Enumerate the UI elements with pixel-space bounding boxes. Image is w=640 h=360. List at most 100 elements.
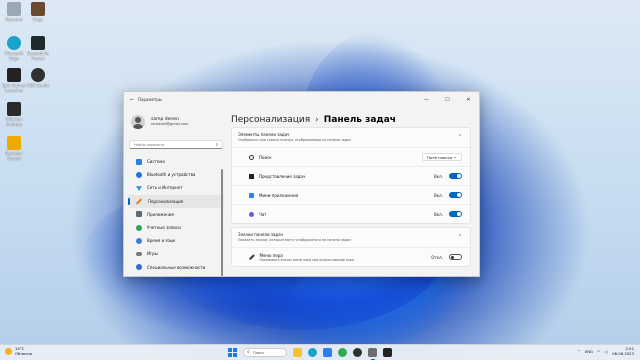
desktop-icon-label: Epic Games Launcher bbox=[2, 83, 26, 93]
maximize-button[interactable]: ☐ bbox=[437, 97, 458, 103]
weather-widget[interactable]: 14°C Облачно bbox=[5, 346, 33, 356]
desktop-icon-dogs[interactable]: Dogs bbox=[24, 2, 52, 22]
sidebar-item-bluetooth[interactable]: Bluetooth и устройства bbox=[128, 168, 224, 181]
taskbar: 14°C Облачно Поиск ⌃ ENG ◠ ◁ 2:51 08.06.… bbox=[0, 344, 640, 360]
desktop-icon-secondlife[interactable]: SecondLife Viewer bbox=[24, 36, 52, 61]
page-title: Панель задач bbox=[323, 114, 396, 125]
sidebar-item-network[interactable]: Сеть и Интернет bbox=[128, 181, 224, 194]
window-title: Параметры bbox=[138, 97, 162, 102]
setting-row-task-view: Представление задач Вкл. bbox=[232, 166, 470, 185]
setting-row-search: Поиск Поле поиска ⌄ bbox=[232, 147, 470, 166]
corner-icons-header[interactable]: Значки панели задач Показать значки, кот… bbox=[232, 228, 470, 247]
desktop-icon-gta-sa[interactable]: GTA San Andreas bbox=[0, 102, 28, 127]
sidebar-item-apps[interactable]: Приложения bbox=[128, 208, 224, 221]
sidebar-item-label: Приложения bbox=[147, 211, 174, 217]
obs-icon[interactable] bbox=[353, 348, 362, 357]
system-tray: ⌃ ENG ◠ ◁ 2:51 08.06.2023 bbox=[574, 346, 634, 356]
desktop-icon-label: OBS Studio bbox=[26, 83, 50, 88]
breadcrumb-separator: › bbox=[315, 114, 319, 125]
toggle-state: Откл. bbox=[431, 254, 443, 260]
sidebar-item-system[interactable]: Система bbox=[128, 155, 224, 168]
monitor-icon bbox=[136, 158, 142, 165]
setting-label: Представление задач bbox=[259, 173, 306, 179]
breadcrumb-parent[interactable]: Персонализация bbox=[231, 115, 310, 125]
window-controls: — ☐ ✕ bbox=[416, 97, 479, 103]
title-bar[interactable]: ← Параметры — ☐ ✕ bbox=[124, 92, 479, 107]
clock-date: 08.06.2023 bbox=[612, 350, 634, 356]
desktop-icon-rockstar[interactable]: Rockstar Games bbox=[0, 136, 28, 161]
store-icon[interactable] bbox=[323, 348, 332, 357]
chrome-icon[interactable] bbox=[338, 348, 347, 357]
close-button[interactable]: ✕ bbox=[458, 97, 479, 103]
pen-menu-toggle[interactable] bbox=[449, 253, 462, 261]
task-view-toggle[interactable] bbox=[449, 172, 462, 180]
sidebar-item-label: Специальные возможности bbox=[147, 264, 206, 270]
settings-window: ← Параметры — ☐ ✕ samp denen studentd@gm… bbox=[123, 91, 480, 277]
back-arrow-icon[interactable]: ← bbox=[130, 97, 138, 103]
search-icon bbox=[249, 154, 254, 160]
chevron-up-icon[interactable]: ⌃ bbox=[578, 349, 581, 354]
clock[interactable]: 2:51 08.06.2023 bbox=[612, 346, 634, 356]
edge-icon[interactable] bbox=[308, 348, 317, 357]
start-button[interactable] bbox=[228, 348, 237, 357]
terminal-icon[interactable] bbox=[383, 348, 392, 357]
dogs-game-icon bbox=[31, 2, 45, 16]
settings-icon[interactable] bbox=[368, 348, 377, 360]
toggle-state: Вкл. bbox=[434, 211, 443, 217]
sidebar-item-accessibility[interactable]: Специальные возможности bbox=[128, 261, 224, 274]
taskbar-search[interactable]: Поиск bbox=[243, 348, 287, 357]
windows-logo-icon bbox=[232, 352, 237, 357]
weather-condition: Облачно bbox=[15, 350, 33, 356]
section-subtitle: Показать значки, которые могут отображат… bbox=[238, 237, 351, 242]
recycle-bin-icon bbox=[7, 2, 21, 16]
desktop-icon-obs[interactable]: OBS Studio bbox=[24, 68, 52, 88]
sidebar-item-time-language[interactable]: Время и язык bbox=[128, 234, 224, 247]
widgets-toggle[interactable] bbox=[449, 191, 462, 199]
sidebar-scrollbar[interactable] bbox=[221, 169, 223, 276]
minimize-button[interactable]: — bbox=[416, 97, 437, 103]
chevron-up-icon[interactable]: ⌃ bbox=[458, 234, 462, 240]
setting-row-chat: Чат Вкл. bbox=[232, 204, 470, 223]
apps-icon bbox=[136, 211, 142, 218]
desktop-icon-label: SecondLife Viewer bbox=[27, 51, 49, 61]
desktop-icon-label: GTA San Andreas bbox=[5, 117, 23, 127]
nav-list: Система Bluetooth и устройства Сеть и Ин… bbox=[124, 155, 228, 274]
pen-icon bbox=[249, 254, 255, 260]
windows-logo-icon bbox=[232, 348, 237, 353]
secondlife-icon bbox=[31, 36, 45, 50]
sidebar-item-gaming[interactable]: Игры bbox=[128, 247, 224, 260]
sidebar-item-label: Время и язык bbox=[147, 238, 176, 244]
sidebar-item-label: Игры bbox=[147, 251, 158, 257]
language-indicator[interactable]: ENG bbox=[585, 349, 593, 354]
setting-label: Поиск bbox=[259, 154, 272, 160]
weather-icon bbox=[5, 348, 12, 355]
main-content: Персонализация › Панель задач Элементы п… bbox=[228, 107, 479, 276]
search-input[interactable]: Найти параметр ⌕ bbox=[129, 140, 223, 149]
sidebar-item-label: Bluetooth и устройства bbox=[147, 172, 196, 178]
taskbar-items-header[interactable]: Элементы панели задач Отобразить или скр… bbox=[232, 128, 470, 147]
file-explorer-icon[interactable] bbox=[293, 348, 302, 357]
task-view-icon bbox=[249, 173, 254, 179]
chevron-up-icon[interactable]: ⌃ bbox=[458, 134, 462, 140]
sidebar-item-personalization[interactable]: Персонализация bbox=[128, 194, 224, 208]
search-mode-dropdown[interactable]: Поле поиска ⌄ bbox=[422, 153, 462, 161]
desktop-icon-label: Rockstar Games bbox=[5, 151, 23, 161]
desktop-icon-label: Dogs bbox=[32, 17, 44, 22]
edge-icon bbox=[7, 36, 21, 50]
search-placeholder: Найти параметр bbox=[134, 142, 165, 147]
wifi-icon[interactable]: ◠ bbox=[597, 349, 600, 354]
brush-icon bbox=[135, 197, 143, 205]
sidebar-item-accounts[interactable]: Учетные записи bbox=[128, 221, 224, 234]
toggle-state: Вкл. bbox=[434, 192, 443, 198]
avatar bbox=[131, 115, 145, 129]
volume-icon[interactable]: ◁ bbox=[604, 349, 607, 354]
desktop-icon-label: Корзина bbox=[5, 17, 23, 22]
user-profile[interactable]: samp denen studentd@gmail.com bbox=[124, 107, 228, 137]
chevron-down-icon: ⌄ bbox=[453, 154, 457, 159]
setting-label: Мини-приложения bbox=[259, 192, 299, 198]
user-email: studentd@gmail.com bbox=[151, 122, 189, 126]
breadcrumb: Персонализация › Панель задач bbox=[228, 107, 479, 127]
epic-games-icon bbox=[7, 68, 21, 82]
chat-toggle[interactable] bbox=[449, 210, 462, 218]
chat-icon bbox=[249, 211, 254, 217]
